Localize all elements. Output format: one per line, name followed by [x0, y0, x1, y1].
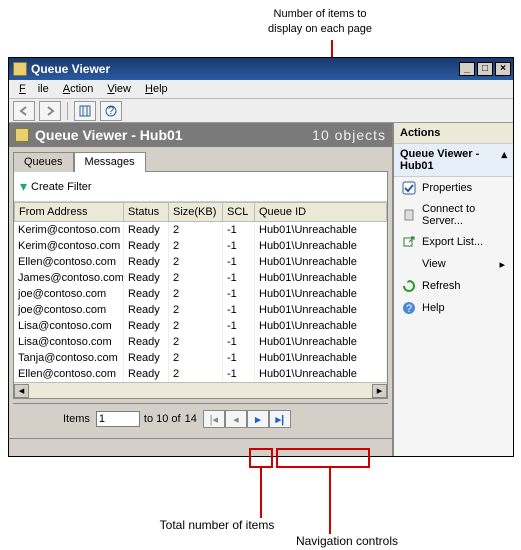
tabs: Queues Messages [9, 147, 392, 171]
pager-items-label: Items [63, 413, 90, 425]
menu-bar: File Action View Help [9, 80, 513, 99]
chevron-up-icon: ▴ [501, 148, 507, 172]
actions-pane: Actions Queue Viewer - Hub01▴ Properties… [394, 123, 513, 456]
action-connect[interactable]: Connect to Server... [394, 199, 513, 231]
action-help[interactable]: ? Help [394, 297, 513, 319]
col-status[interactable]: Status [124, 202, 169, 222]
help-icon: ? [402, 301, 416, 315]
menu-help[interactable]: Help [139, 82, 174, 96]
table-row[interactable]: Ellen@contoso.comReady2-1Hub01\Unreachab… [14, 366, 387, 382]
filter-icon: ▾ [20, 178, 27, 195]
action-refresh[interactable]: Refresh [394, 275, 513, 297]
table-row[interactable]: James@contoso.comReady2-1Hub01\Unreachab… [14, 270, 387, 286]
callout-box-total [249, 448, 273, 468]
main-pane: Queue Viewer - Hub01 10 objects Queues M… [9, 123, 394, 456]
app-window: Queue Viewer _ □ × File Action View Help… [8, 57, 514, 457]
table-row[interactable]: joe@contoso.comReady2-1Hub01\Unreachable [14, 286, 387, 302]
last-page-button[interactable]: ▸| [269, 410, 291, 428]
callout-line-nav [329, 468, 331, 534]
forward-button[interactable] [39, 101, 61, 121]
columns-button[interactable] [74, 101, 96, 121]
callout-box-nav [276, 448, 370, 468]
minimize-button[interactable]: _ [459, 62, 475, 76]
prev-page-button[interactable]: ◂ [225, 410, 247, 428]
pager: Items to 10 of 14 |◂ ◂ ▸ ▸| [13, 403, 388, 434]
action-view[interactable]: View ▸ [394, 253, 513, 275]
content-header: Queue Viewer - Hub01 10 objects [9, 123, 392, 147]
callout-total: Total number of items [152, 518, 282, 532]
check-icon [402, 181, 416, 195]
callout-top: Number of items to display on each page [240, 6, 400, 36]
scroll-right-icon[interactable]: ▸ [372, 384, 387, 398]
refresh-icon [402, 279, 416, 293]
pager-mid: to 10 of [144, 413, 181, 425]
col-from[interactable]: From Address [14, 202, 124, 222]
action-export[interactable]: Export List... [394, 231, 513, 253]
first-page-button[interactable]: |◂ [203, 410, 225, 428]
table-row[interactable]: Lisa@contoso.comReady2-1Hub01\Unreachabl… [14, 318, 387, 334]
table-row[interactable]: Lisa@contoso.comReady2-1Hub01\Unreachabl… [14, 334, 387, 350]
tab-panel: ▾ Create Filter From Address Status Size… [13, 171, 388, 399]
actions-subheader[interactable]: Queue Viewer - Hub01▴ [394, 144, 513, 177]
queue-icon [15, 128, 29, 142]
grid-body: Kerim@contoso.comReady2-1Hub01\Unreachab… [14, 222, 387, 382]
export-icon [402, 235, 416, 249]
message-grid: From Address Status Size(KB) SCL Queue I… [14, 201, 387, 398]
maximize-button[interactable]: □ [477, 62, 493, 76]
app-icon [13, 62, 27, 76]
action-properties[interactable]: Properties [394, 177, 513, 199]
scroll-left-icon[interactable]: ◂ [14, 384, 29, 398]
table-row[interactable]: Ellen@contoso.comReady2-1Hub01\Unreachab… [14, 254, 387, 270]
actions-header: Actions [394, 123, 513, 144]
callout-line-total [260, 468, 262, 518]
content-title: Queue Viewer - Hub01 [35, 127, 312, 143]
svg-text:?: ? [108, 105, 114, 117]
object-count: 10 objects [312, 127, 386, 143]
server-icon [402, 208, 416, 222]
callout-nav: Navigation controls [282, 534, 412, 548]
filter-bar: ▾ Create Filter [14, 172, 387, 201]
menu-view[interactable]: View [101, 82, 137, 96]
table-row[interactable]: Kerim@contoso.comReady2-1Hub01\Unreachab… [14, 222, 387, 238]
horizontal-scrollbar[interactable]: ◂ ▸ [14, 382, 387, 398]
svg-text:?: ? [406, 303, 412, 315]
menu-action[interactable]: Action [57, 82, 100, 96]
back-button[interactable] [13, 101, 35, 121]
window-title: Queue Viewer [31, 62, 457, 76]
create-filter-link[interactable]: Create Filter [31, 181, 92, 193]
chevron-right-icon: ▸ [499, 258, 505, 271]
table-row[interactable]: Tanja@contoso.comReady2-1Hub01\Unreachab… [14, 350, 387, 366]
tab-messages[interactable]: Messages [74, 152, 146, 172]
col-size[interactable]: Size(KB) [169, 202, 223, 222]
grid-header: From Address Status Size(KB) SCL Queue I… [14, 202, 387, 222]
table-row[interactable]: joe@contoso.comReady2-1Hub01\Unreachable [14, 302, 387, 318]
pager-nav: |◂ ◂ ▸ ▸| [203, 410, 291, 428]
tab-queues[interactable]: Queues [13, 152, 74, 172]
titlebar[interactable]: Queue Viewer _ □ × [9, 58, 513, 80]
menu-file[interactable]: File [13, 82, 55, 96]
toolbar: ? [9, 99, 513, 123]
col-scl[interactable]: SCL [223, 202, 255, 222]
page-from-input[interactable] [96, 411, 140, 427]
table-row[interactable]: Kerim@contoso.comReady2-1Hub01\Unreachab… [14, 238, 387, 254]
col-qid[interactable]: Queue ID [255, 202, 387, 222]
next-page-button[interactable]: ▸ [247, 410, 269, 428]
close-button[interactable]: × [495, 62, 511, 76]
pager-total: 14 [185, 413, 197, 425]
help-toolbar-button[interactable]: ? [100, 101, 122, 121]
